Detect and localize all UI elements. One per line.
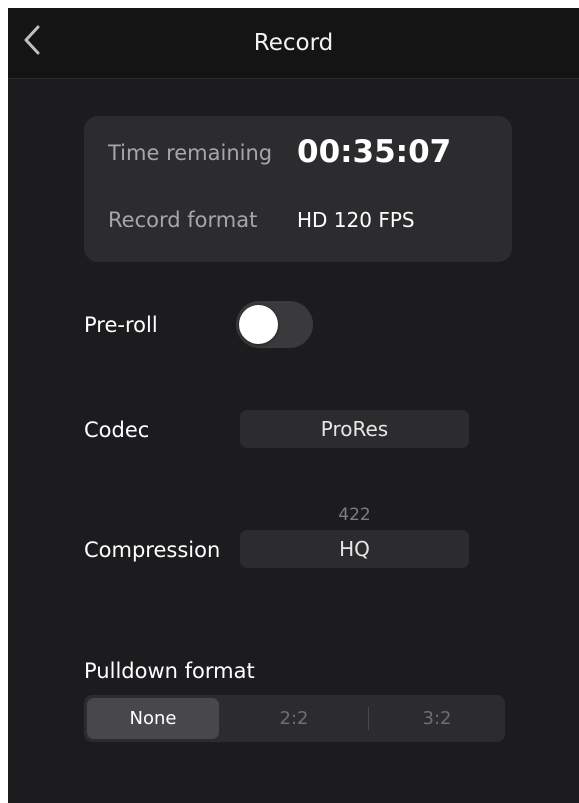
pulldown-option-3-2[interactable]: 3:2: [372, 698, 502, 739]
codec-picker[interactable]: ProRes: [240, 410, 469, 448]
recording-info-card: Time remaining 00:35:07 Record format HD…: [84, 116, 512, 262]
navigation-bar: Record: [8, 8, 579, 79]
preroll-toggle[interactable]: [236, 301, 313, 348]
preroll-label: Pre-roll: [84, 313, 158, 337]
time-remaining-label: Time remaining: [108, 141, 273, 165]
record-format-label: Record format: [108, 208, 258, 232]
page-title: Record: [253, 30, 334, 56]
toggle-knob: [239, 305, 278, 344]
record-settings-screen: Record Time remaining 00:35:07 Record fo…: [8, 8, 579, 803]
time-remaining-value: 00:35:07: [297, 134, 452, 170]
pulldown-format-selector: None 2:2 3:2: [84, 695, 505, 742]
record-format-value: HD 120 FPS: [297, 208, 415, 232]
compression-label: Compression: [84, 538, 221, 562]
compression-option-above[interactable]: 422: [240, 505, 469, 525]
codec-label: Codec: [84, 418, 150, 442]
segment-divider: [368, 707, 369, 730]
pulldown-option-2-2[interactable]: 2:2: [224, 698, 364, 739]
compression-picker[interactable]: HQ: [240, 530, 469, 568]
pulldown-option-none[interactable]: None: [87, 698, 219, 739]
pulldown-format-label: Pulldown format: [84, 659, 255, 683]
